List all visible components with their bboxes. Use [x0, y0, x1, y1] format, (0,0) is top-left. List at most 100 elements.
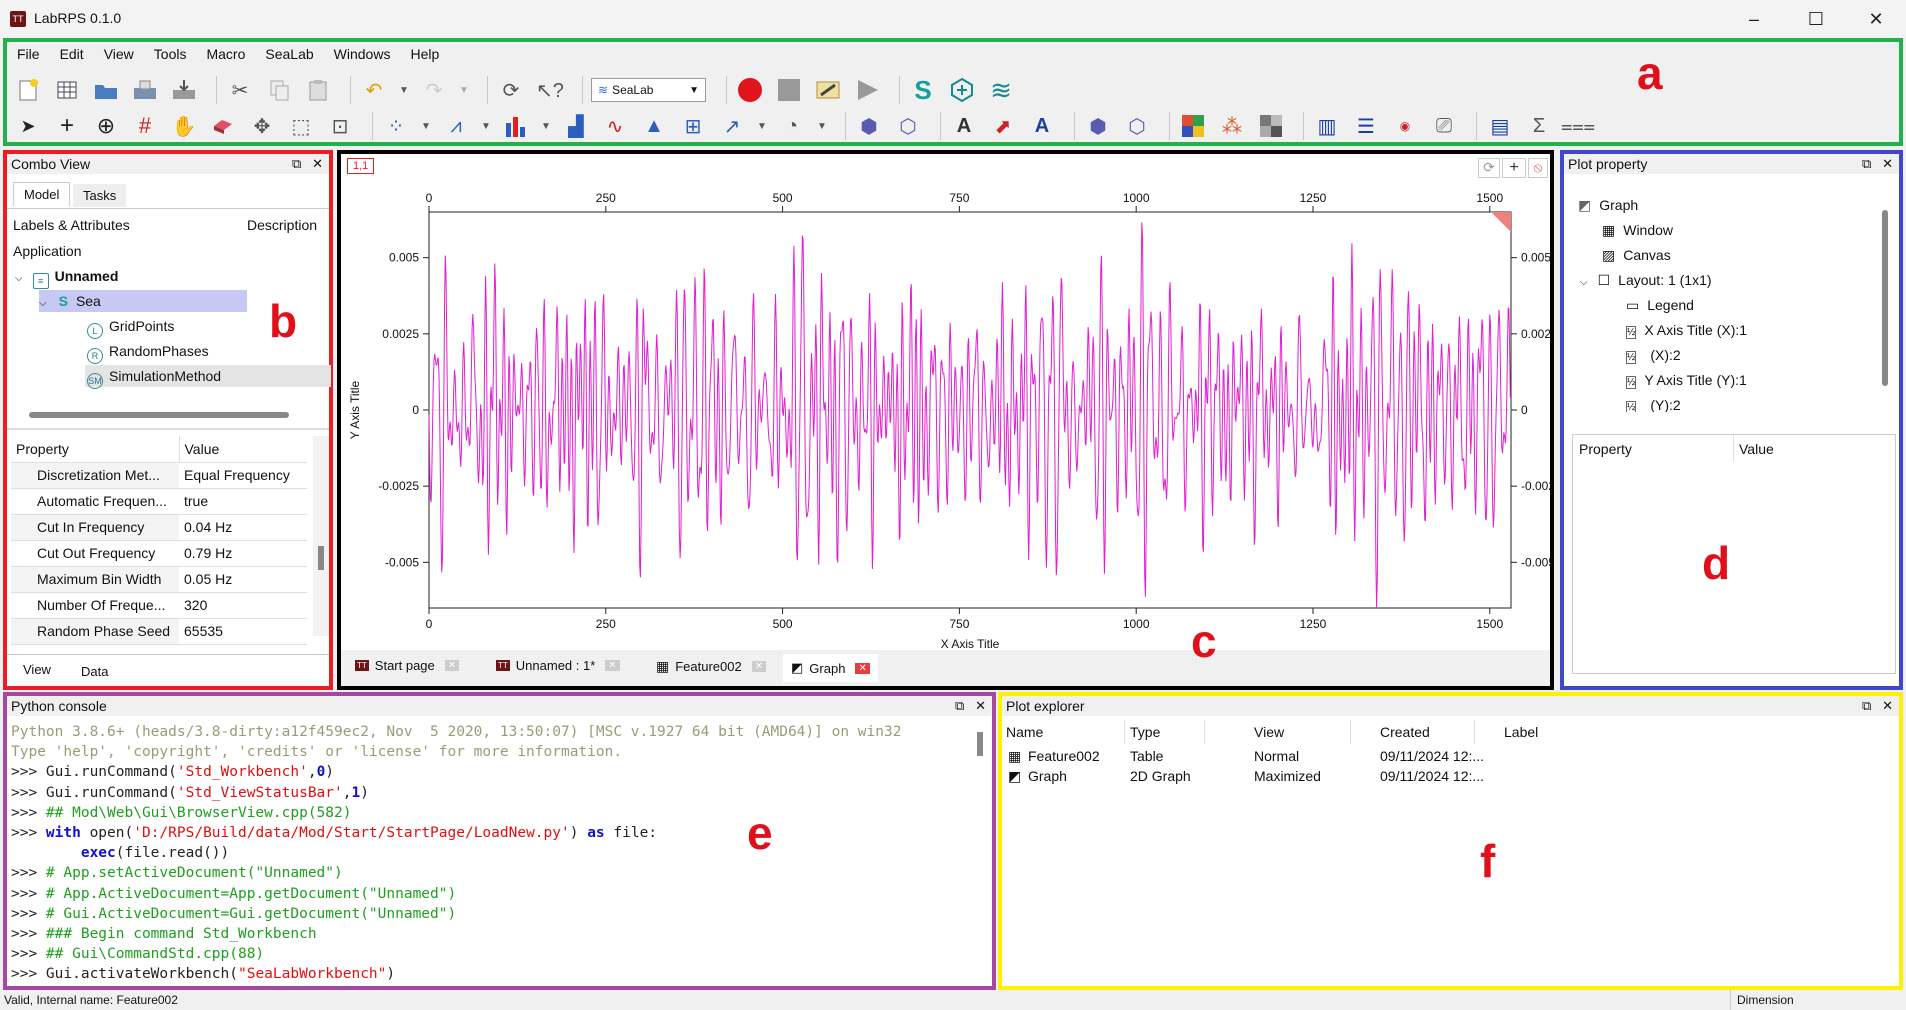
chevron-down-icon[interactable]: ▼	[420, 111, 432, 141]
column-header-name[interactable]: Name	[1006, 724, 1043, 740]
plot-tree-x-axis-title[interactable]: ½ X Axis Title (X):1	[1626, 319, 1747, 341]
float-panel-icon[interactable]: ⧉	[955, 698, 964, 713]
columns-icon[interactable]: ▥	[1312, 111, 1342, 141]
column-header-created[interactable]: Created	[1380, 724, 1430, 740]
scatter-map-icon[interactable]: ⁂	[1217, 111, 1247, 141]
close-panel-icon[interactable]: ✕	[1882, 156, 1893, 171]
menu-edit[interactable]: Edit	[50, 42, 94, 66]
doc-tab-unnamed[interactable]: TT Unnamed : 1* ✕	[496, 658, 620, 673]
new-document-icon[interactable]	[13, 75, 43, 105]
explorer-row-graph[interactable]: ◩ Graph 2D Graph Maximized 09/11/2024 12…	[1002, 766, 1899, 786]
rows-icon[interactable]: ☰	[1351, 111, 1381, 141]
cut-icon[interactable]: ✂	[225, 75, 255, 105]
console-scrollbar[interactable]	[977, 732, 983, 756]
redo-icon[interactable]: ↷	[419, 75, 449, 105]
spline-plot-icon[interactable]: ∿	[600, 111, 630, 141]
scatter-plot-icon[interactable]: ⁘	[381, 111, 411, 141]
plot-tree-window[interactable]: ▦ Window	[1602, 219, 1673, 241]
plot-tree-y2[interactable]: ½ (Y):2	[1626, 394, 1681, 412]
close-tab-icon[interactable]: ✕	[855, 662, 870, 674]
box-plot-icon[interactable]: ⊞	[678, 111, 708, 141]
property-value[interactable]: true	[179, 488, 307, 515]
chevron-down-icon[interactable]: ▼	[540, 111, 552, 141]
undo-dropdown-icon[interactable]: ▼	[398, 75, 410, 105]
plot-tree-legend[interactable]: ▭ Legend	[1626, 294, 1694, 316]
pan-hand-icon[interactable]: ✋	[169, 111, 199, 141]
doc-tab-start-page[interactable]: TT Start page ✕	[355, 658, 460, 673]
colormap-icon[interactable]	[1178, 111, 1208, 141]
tab-tasks[interactable]: Tasks	[73, 184, 127, 207]
close-tab-icon[interactable]: ✕	[605, 660, 620, 671]
workbench-selector[interactable]: ≋ SeaLab ▼	[591, 78, 706, 102]
save-icon[interactable]	[130, 75, 160, 105]
splitter[interactable]	[7, 428, 329, 430]
chevron-down-icon[interactable]: ⌵	[1580, 277, 1588, 288]
arrow-tool-icon[interactable]: ⬈	[988, 111, 1018, 141]
chevron-down-icon[interactable]: ▼	[480, 111, 492, 141]
chevron-down-icon[interactable]: ▼	[816, 111, 828, 141]
redo-dropdown-icon[interactable]: ▼	[458, 75, 470, 105]
property-value[interactable]: 0.04 Hz	[179, 514, 307, 541]
bar-chart-icon[interactable]	[501, 111, 531, 141]
plot-tree-canvas[interactable]: ▨ Canvas	[1602, 244, 1671, 266]
close-window-button[interactable]: ✕	[1854, 4, 1898, 34]
rescale-icon[interactable]: ⊡	[325, 111, 355, 141]
float-panel-icon[interactable]: ⧉	[1862, 156, 1871, 171]
crosshair-icon[interactable]: +	[52, 111, 82, 141]
whats-this-icon[interactable]: ↖?	[535, 75, 565, 105]
pointer-icon[interactable]: ➤	[13, 111, 43, 141]
record-macro-icon[interactable]	[735, 75, 765, 105]
explorer-row-feature002[interactable]: ▦ Feature002 Table Normal 09/11/2024 12:…	[1002, 746, 1899, 766]
maximize-button[interactable]: ☐	[1794, 4, 1838, 34]
open-folder-icon[interactable]	[91, 75, 121, 105]
new-table-icon[interactable]	[52, 75, 82, 105]
grayscale-map-icon[interactable]	[1256, 111, 1286, 141]
run-macro-icon[interactable]	[852, 75, 882, 105]
tree-item-sea[interactable]: ⌵ S Sea	[39, 290, 247, 312]
chevron-down-icon[interactable]: ⌵	[39, 298, 47, 309]
area-plot-icon[interactable]: ▟	[561, 111, 591, 141]
tree-item-randomphases[interactable]: R RandomPhases	[87, 340, 209, 364]
marker-icon[interactable]: ◉	[1390, 111, 1420, 141]
close-panel-icon[interactable]: ✕	[312, 156, 323, 171]
eraser-icon[interactable]	[208, 111, 238, 141]
property-scrollbar[interactable]	[313, 436, 329, 636]
save-as-icon[interactable]	[169, 75, 199, 105]
property-value[interactable]: 0.05 Hz	[179, 566, 307, 593]
screen-reader-icon[interactable]: #	[130, 111, 160, 141]
pie-chart-icon[interactable]: ◔	[777, 111, 807, 141]
statistics-icon[interactable]: ⩶	[1561, 111, 1595, 141]
line-chart[interactable]: 0 0 250 250 500 500 750 750 1000 1000 1250 1250 1500…	[341, 158, 1550, 658]
tree-horizontal-scrollbar[interactable]	[29, 412, 289, 418]
move-icon[interactable]: ✥	[247, 111, 277, 141]
cube-3d-icon[interactable]: ⬡	[893, 111, 923, 141]
table-properties-icon[interactable]: ▤	[1485, 111, 1515, 141]
float-panel-icon[interactable]: ⧉	[1862, 698, 1871, 713]
plot-tree-x2[interactable]: ½ (X):2	[1626, 344, 1681, 366]
stop-macro-icon[interactable]	[774, 75, 804, 105]
menu-sealab[interactable]: SeaLab	[255, 42, 323, 66]
tree-scrollbar[interactable]	[1882, 210, 1888, 386]
chevron-down-icon[interactable]: ⌵	[15, 273, 23, 284]
close-tab-icon[interactable]: ✕	[751, 661, 767, 672]
doc-tab-feature002[interactable]: ▦ Feature002 ✕	[656, 658, 767, 675]
paste-icon[interactable]	[303, 75, 333, 105]
tree-item-application[interactable]: Application	[13, 240, 82, 262]
wireframe-3d-icon[interactable]: ⬡	[1122, 111, 1152, 141]
plot-tree-layout[interactable]: ⌵ ☐ Layout: 1 (1x1)	[1580, 269, 1712, 291]
property-value[interactable]: 320	[179, 592, 307, 619]
minimize-button[interactable]: –	[1732, 4, 1776, 34]
data-reader-icon[interactable]: ⊕	[91, 111, 121, 141]
menu-tools[interactable]: Tools	[144, 42, 197, 66]
zoom-rect-icon[interactable]: ⬚	[286, 111, 316, 141]
refresh-icon[interactable]: ⟳	[496, 75, 526, 105]
sum-icon[interactable]: Σ	[1524, 111, 1554, 141]
tree-item-gridpoints[interactable]: L GridPoints	[87, 315, 174, 339]
tab-model[interactable]: Model	[13, 182, 71, 206]
vector-plot-icon[interactable]: ↗	[717, 111, 747, 141]
copy-icon[interactable]	[264, 75, 294, 105]
close-panel-icon[interactable]: ✕	[1882, 698, 1893, 713]
column-header-type[interactable]: Type	[1130, 724, 1160, 740]
float-panel-icon[interactable]: ⧉	[292, 156, 301, 171]
property-value[interactable]: 65535	[179, 618, 307, 645]
